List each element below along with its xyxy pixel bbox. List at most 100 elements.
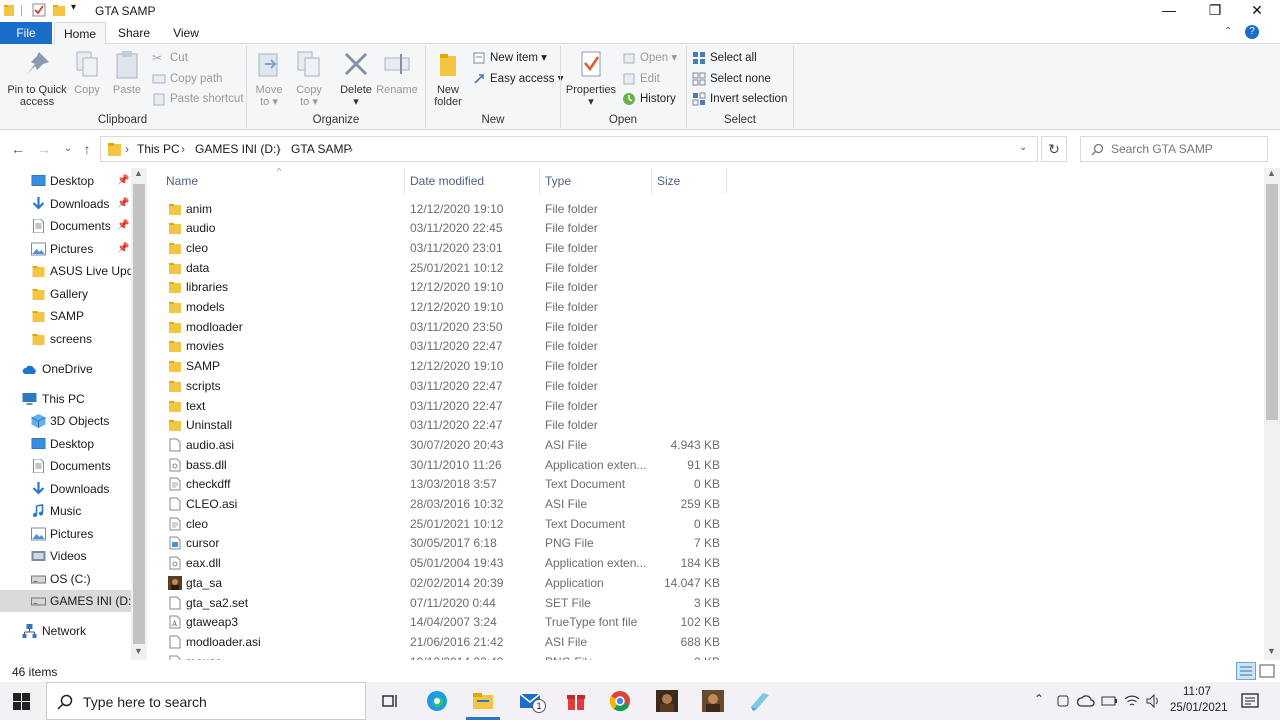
tab-share[interactable]: Share [110, 22, 158, 44]
breadcrumb-chevron-icon[interactable]: › [125, 142, 129, 156]
move-to-button[interactable]: Move to ▾ [252, 48, 286, 108]
invert-selection-button[interactable]: Invert selection [692, 90, 787, 108]
scroll-up-icon[interactable]: ▲ [134, 168, 143, 178]
taskbar-clock-date[interactable]: 25/01/2021 [1170, 702, 1228, 714]
file-row[interactable]: libraries 12/12/2020 19:10 File folder [162, 277, 727, 297]
scroll-up-icon[interactable]: ▲ [1267, 168, 1276, 178]
copy-path-button[interactable]: Copy path [152, 70, 222, 88]
nav-network[interactable]: Network [0, 620, 131, 642]
nav-this-pc-item[interactable]: Documents [0, 455, 131, 477]
file-row[interactable]: Uninstall 03/11/2020 22:47 File folder [162, 415, 727, 435]
gta-sa-app-icon[interactable] [655, 689, 679, 713]
breadcrumb-chevron-icon[interactable]: › [277, 142, 281, 156]
tab-view[interactable]: View [162, 22, 210, 44]
chrome-browser-icon[interactable] [608, 689, 632, 713]
file-row[interactable]: gta_sa 02/02/2014 20:39 Application 14.047 … [162, 573, 727, 593]
nav-quick-access-item[interactable]: Gallery [0, 283, 131, 305]
breadcrumb-gta-samp[interactable]: GTA SAMP [291, 142, 351, 156]
breadcrumb-chevron-icon[interactable]: › [181, 142, 185, 156]
customize-quick-access-icon[interactable]: ▾ [71, 2, 76, 13]
up-arrow-icon[interactable]: ↑ [77, 139, 97, 159]
file-row[interactable]: movies 03/11/2020 22:47 File folder [162, 336, 727, 356]
gift-app-icon[interactable] [564, 689, 588, 713]
tab-file[interactable]: File [0, 22, 52, 44]
pin-to-quick-access-button[interactable]: Pin to Quick access [4, 48, 70, 108]
nav-this-pc-item[interactable]: OS (C:) [0, 568, 131, 590]
properties-button[interactable]: Properties ▾ [564, 48, 618, 108]
file-row[interactable]: scripts 03/11/2020 22:47 File folder [162, 376, 727, 396]
taskbar-clock-time[interactable]: 11:07 [1183, 686, 1211, 698]
close-button[interactable]: ✕ [1234, 0, 1280, 22]
file-row[interactable]: bass.dll 30/11/2010 11:26 Application exte… [162, 455, 727, 475]
nav-quick-access-item[interactable]: ASUS Live Updat [0, 260, 131, 282]
paste-shortcut-button[interactable]: Paste shortcut [152, 90, 244, 108]
nav-pane-scroll-thumb[interactable] [133, 184, 145, 644]
gta-samp-app-icon[interactable] [701, 689, 725, 713]
new-folder-quick-icon[interactable] [52, 3, 66, 17]
minimize-button[interactable]: — [1146, 0, 1192, 22]
nav-pane-scrollbar[interactable]: ▲ ▼ [131, 168, 147, 660]
file-explorer-icon[interactable] [471, 689, 495, 713]
easy-access-button[interactable]: Easy access ▾ [472, 70, 564, 88]
nav-quick-access-item[interactable]: Downloads 📌 [0, 193, 131, 215]
file-row[interactable]: gta_sa2.set 07/11/2020 0:44 SET File 3 KB [162, 593, 727, 613]
nav-quick-access-item[interactable]: Documents 📌 [0, 215, 131, 237]
file-row[interactable]: audio.asi 30/07/2020 20:43 ASI File 4.943 K… [162, 435, 727, 455]
search-input[interactable] [1111, 141, 1261, 157]
file-row[interactable]: cursor 30/05/2017 6:18 PNG File 7 KB [162, 533, 727, 553]
nav-this-pc-item[interactable]: Music [0, 500, 131, 522]
delete-button[interactable]: Delete ▾ [336, 48, 376, 108]
file-row[interactable]: modloader.asi 21/06/2016 21:42 ASI File 688… [162, 632, 727, 652]
nav-quick-access-item[interactable]: SAMP [0, 305, 131, 327]
nav-quick-access-item[interactable]: Desktop 📌 [0, 170, 131, 192]
forward-arrow-icon[interactable]: → [34, 139, 54, 159]
history-button[interactable]: History [622, 90, 676, 108]
file-row[interactable]: eax.dll 05/01/2004 19:43 Application exten… [162, 553, 727, 573]
notepad-app-icon[interactable] [747, 689, 771, 713]
file-row[interactable]: text 03/11/2020 22:47 File folder [162, 396, 727, 416]
column-header-name[interactable]: Name [161, 168, 405, 194]
file-row[interactable]: Agtaweap3 14/04/2007 3:24 TrueType font fi… [162, 612, 727, 632]
ribbon-collapse-icon[interactable]: ⌃ [1224, 26, 1232, 37]
nav-this-pc-item[interactable]: 3D Objects [0, 410, 131, 432]
wifi-icon[interactable] [1124, 693, 1140, 709]
column-header-size[interactable]: Size [652, 168, 727, 194]
large-icons-view-icon[interactable] [1258, 662, 1276, 680]
nav-this-pc-item[interactable]: Pictures [0, 523, 131, 545]
nav-this-pc-item[interactable]: GAMES INI (D:) [0, 590, 131, 612]
edge-browser-icon[interactable] [425, 689, 449, 713]
search-box[interactable] [1080, 136, 1268, 162]
file-row[interactable]: models 12/12/2020 19:10 File folder [162, 297, 727, 317]
file-row[interactable]: cleo 25/01/2021 10:12 Text Document 0 KB [162, 514, 727, 534]
show-hidden-icons-chevron-icon[interactable]: ⌃ [1034, 692, 1044, 706]
address-history-chevron-icon[interactable]: ⌄ [1019, 142, 1027, 153]
nav-quick-access-item[interactable]: Pictures 📌 [0, 238, 131, 260]
meet-now-icon[interactable] [1056, 693, 1070, 709]
file-row[interactable]: anim 12/12/2020 19:10 File folder [162, 199, 727, 219]
maximize-button[interactable]: ❐ [1192, 0, 1238, 22]
paste-button[interactable]: Paste [108, 48, 146, 96]
details-view-icon[interactable] [1236, 662, 1256, 680]
select-none-button[interactable]: Select none [692, 70, 771, 88]
file-row[interactable]: data 25/01/2021 10:12 File folder [162, 258, 727, 278]
taskbar-search-box[interactable]: Type here to search [46, 682, 366, 720]
breadcrumb-chevron-icon[interactable]: › [349, 142, 353, 156]
volume-icon[interactable] [1145, 693, 1161, 709]
cut-button[interactable]: ✂ Cut [152, 49, 188, 67]
select-all-button[interactable]: Select all [692, 49, 757, 67]
edit-button[interactable]: Edit [622, 70, 660, 88]
windows-start-icon[interactable] [13, 693, 30, 710]
scroll-down-icon[interactable]: ▼ [1267, 646, 1276, 656]
back-arrow-icon[interactable]: ← [8, 139, 28, 159]
file-row[interactable]: modloader 03/11/2020 23:50 File folder [162, 317, 727, 337]
properties-check-icon[interactable] [32, 3, 46, 17]
rename-button[interactable]: Rename [376, 48, 418, 96]
column-header-type[interactable]: Type [540, 168, 652, 194]
scroll-down-icon[interactable]: ▼ [134, 646, 143, 656]
address-bar[interactable]: › This PC › GAMES INI (D:) › GTA SAMP › … [100, 136, 1038, 162]
file-row[interactable]: cleo 03/11/2020 23:01 File folder [162, 238, 727, 258]
task-view-icon[interactable] [378, 689, 402, 713]
battery-icon[interactable] [1100, 694, 1118, 708]
nav-this-pc-item[interactable]: Videos [0, 545, 131, 567]
notifications-icon[interactable] [1241, 692, 1259, 710]
